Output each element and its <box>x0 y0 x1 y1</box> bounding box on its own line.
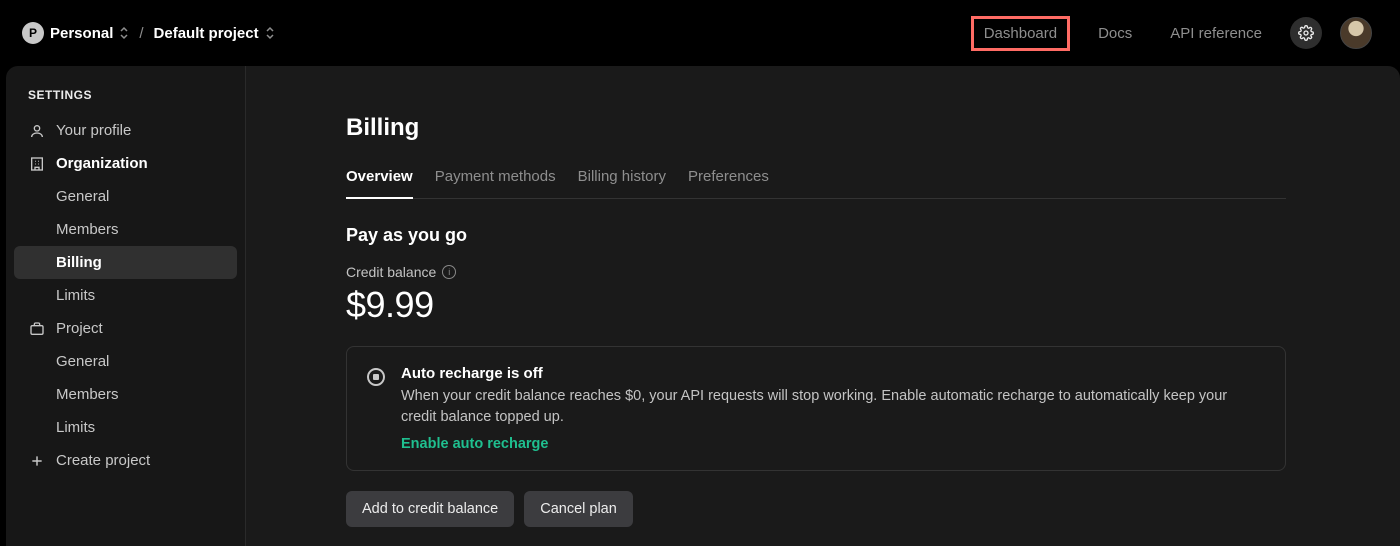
project-switcher[interactable]: Default project <box>154 25 275 42</box>
sidebar-item-label: Members <box>56 386 119 403</box>
sidebar-item-organization[interactable]: Organization <box>14 147 237 180</box>
chevron-updown-icon <box>265 26 275 40</box>
section-title: Pay as you go <box>346 225 1286 246</box>
breadcrumb-separator: / <box>139 25 143 42</box>
enable-auto-recharge-link[interactable]: Enable auto recharge <box>401 436 1265 452</box>
balance-label: Credit balance <box>346 264 436 280</box>
user-avatar[interactable] <box>1340 17 1372 49</box>
auto-recharge-notice: Auto recharge is off When your credit ba… <box>346 346 1286 471</box>
sidebar-item-proj-limits[interactable]: Limits <box>14 411 237 444</box>
main-content: Billing Overview Payment methods Billing… <box>246 66 1400 546</box>
sidebar-item-label: Members <box>56 221 119 238</box>
building-icon <box>28 156 46 172</box>
notice-title: Auto recharge is off <box>401 365 1265 382</box>
briefcase-icon <box>28 321 46 337</box>
sidebar-item-org-members[interactable]: Members <box>14 213 237 246</box>
nav-docs[interactable]: Docs <box>1088 19 1142 48</box>
cancel-plan-button[interactable]: Cancel plan <box>524 491 633 527</box>
sidebar-item-profile[interactable]: Your profile <box>14 114 237 147</box>
sidebar-item-label: Limits <box>56 287 95 304</box>
layout: SETTINGS Your profile Organization Gener… <box>0 66 1400 546</box>
org-avatar[interactable]: P <box>22 22 44 44</box>
sidebar-item-org-limits[interactable]: Limits <box>14 279 237 312</box>
topbar-nav: Dashboard Docs API reference <box>971 16 1372 51</box>
sidebar-item-label: Project <box>56 320 103 337</box>
tab-overview[interactable]: Overview <box>346 168 413 199</box>
topbar: P Personal / Default project Dashboard D… <box>0 0 1400 66</box>
balance-value: $9.99 <box>346 284 1286 326</box>
plus-icon <box>28 454 46 468</box>
user-icon <box>28 123 46 139</box>
tab-preferences[interactable]: Preferences <box>688 168 769 198</box>
nav-dashboard[interactable]: Dashboard <box>971 16 1070 51</box>
project-label: Default project <box>154 25 259 42</box>
tab-billing-history[interactable]: Billing history <box>578 168 666 198</box>
chevron-updown-icon <box>119 26 129 40</box>
button-row: Add to credit balance Cancel plan <box>346 491 1286 527</box>
sidebar-item-project[interactable]: Project <box>14 312 237 345</box>
sidebar-item-create-project[interactable]: Create project <box>14 444 237 477</box>
sidebar-item-label: General <box>56 188 109 205</box>
balance-label-row: Credit balance i <box>346 264 1286 280</box>
add-credit-button[interactable]: Add to credit balance <box>346 491 514 527</box>
sidebar-item-label: Your profile <box>56 122 131 139</box>
org-switcher[interactable]: Personal <box>50 25 129 42</box>
notice-text: When your credit balance reaches $0, you… <box>401 386 1265 428</box>
gear-icon <box>1298 25 1314 41</box>
tabs: Overview Payment methods Billing history… <box>346 168 1286 199</box>
sidebar-item-proj-members[interactable]: Members <box>14 378 237 411</box>
sidebar-item-label: General <box>56 353 109 370</box>
sidebar-item-org-billing[interactable]: Billing <box>14 246 237 279</box>
page-title: Billing <box>346 114 1286 142</box>
sidebar-item-label: Create project <box>56 452 150 469</box>
sidebar-item-org-general[interactable]: General <box>14 180 237 213</box>
tab-payment-methods[interactable]: Payment methods <box>435 168 556 198</box>
stop-icon <box>367 368 385 386</box>
settings-button[interactable] <box>1290 17 1322 49</box>
sidebar-item-label: Billing <box>56 254 102 271</box>
nav-api-reference[interactable]: API reference <box>1160 19 1272 48</box>
sidebar-item-proj-general[interactable]: General <box>14 345 237 378</box>
sidebar-item-label: Limits <box>56 419 95 436</box>
sidebar-item-label: Organization <box>56 155 148 172</box>
breadcrumb: P Personal / Default project <box>22 22 275 44</box>
sidebar-header: SETTINGS <box>14 88 237 114</box>
info-icon[interactable]: i <box>442 265 456 279</box>
sidebar: SETTINGS Your profile Organization Gener… <box>6 66 246 546</box>
org-label: Personal <box>50 25 113 42</box>
